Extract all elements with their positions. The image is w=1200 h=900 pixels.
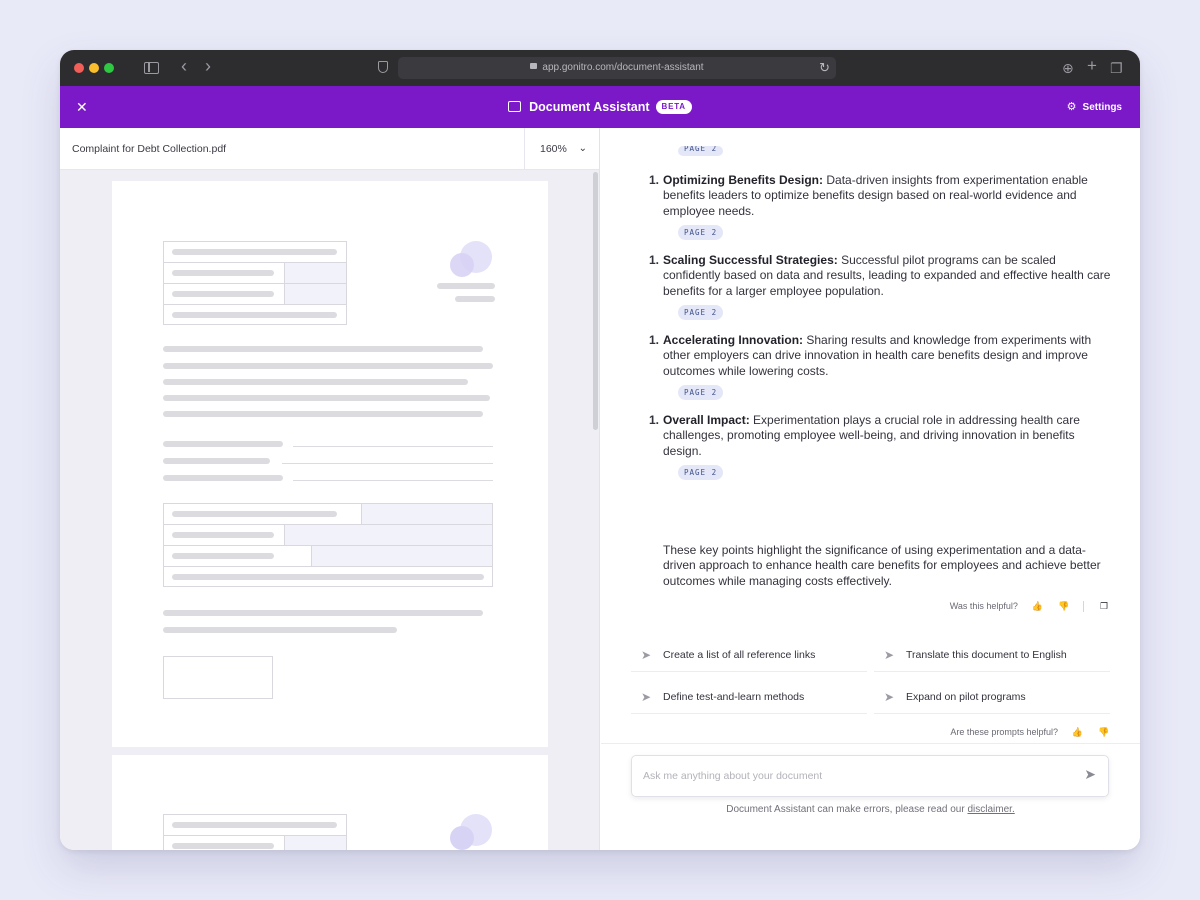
scrollbar-thumb[interactable] [593,172,598,430]
new-tab-icon[interactable]: + [1087,57,1097,75]
send-icon: ➤ [641,648,652,662]
browser-window: ‹ › app.gonitro.com/document-assistant ↻… [60,50,1140,850]
prompts-feedback: Are these prompts helpful? 👍 👎 [601,725,1111,739]
minimize-window-button[interactable] [89,63,99,73]
download-icon[interactable]: ⊕ [1062,59,1074,77]
url-text: app.gonitro.com/document-assistant [542,62,704,73]
page-reference-tag[interactable]: PAGE 2 [678,146,724,156]
send-icon: ➤ [641,690,652,704]
point-title: Accelerating Innovation: [663,333,804,347]
browser-toolbar: ‹ › app.gonitro.com/document-assistant ↻… [60,50,1140,86]
app-title-group: Document Assistant BETA [60,86,1140,128]
assistant-panel: PAGE 2 1. Optimizing Benefits Design: Da… [601,128,1140,850]
thumbs-up-icon[interactable]: 👍 [1070,725,1084,739]
disclaimer-link[interactable]: disclaimer. [967,804,1014,815]
gear-icon: ⚙ [1066,101,1077,113]
chevron-down-icon: ⌄ [578,143,587,154]
thumbs-down-icon[interactable]: 👎 [1057,599,1071,613]
beta-badge: BETA [655,100,692,114]
suggested-prompt[interactable]: ➤ Define test-and-learn methods [631,680,867,714]
copy-icon[interactable]: ❐ [1097,599,1111,613]
viewer-scrollbar[interactable] [593,172,598,850]
forward-icon[interactable]: › [205,57,211,75]
app-title: Document Assistant [529,100,650,114]
assistant-icon [508,100,522,112]
list-item: 1. Scaling Successful Strategies: Succes… [649,253,1111,298]
answer-summary: These key points highlight the significa… [663,543,1101,588]
placeholder-table [163,503,493,587]
maximize-window-button[interactable] [104,63,114,73]
document-viewer: Complaint for Debt Collection.pdf 160% ⌄ [60,128,600,850]
signature-box [163,656,273,699]
viewer-toolbar: Complaint for Debt Collection.pdf 160% ⌄ [60,128,599,170]
chat-input[interactable] [632,756,1072,796]
thumbs-up-icon[interactable]: 👍 [1030,599,1044,613]
answer-feedback: Was this helpful? 👍 👎 ❐ [601,599,1111,613]
back-icon[interactable]: ‹ [181,57,187,75]
feedback-label: Was this helpful? [949,601,1018,611]
send-icon: ➤ [884,690,895,704]
disclaimer: Document Assistant can make errors, plea… [601,804,1140,815]
list-item: 1. Overall Impact: Experimentation plays… [649,413,1080,458]
shield-icon[interactable] [378,61,388,73]
thumbs-down-icon[interactable]: 👎 [1097,725,1111,739]
reload-icon[interactable]: ↻ [819,57,830,79]
page-reference-tag[interactable]: PAGE 2 [678,305,724,320]
page-reference-tag[interactable]: PAGE 2 [678,385,724,400]
app-header: ✕ Document Assistant BETA ⚙ Settings [60,86,1140,128]
placeholder-table [163,241,347,325]
page-reference-tag[interactable]: PAGE 2 [678,225,724,240]
tabs-icon[interactable]: ❐ [1110,59,1123,77]
prompts-feedback-label: Are these prompts helpful? [950,727,1058,737]
suggested-prompt[interactable]: ➤ Expand on pilot programs [874,680,1110,714]
pdf-page [112,181,548,747]
send-icon[interactable]: ➤ [1084,766,1096,783]
point-title: Overall Impact: [663,413,750,427]
disclaimer-text: Document Assistant can make errors, plea… [726,804,965,815]
zoom-value: 160% [540,143,567,155]
zoom-select[interactable]: 160% ⌄ [524,128,599,170]
page-reference-tag[interactable]: PAGE 2 [678,465,724,480]
address-bar[interactable]: app.gonitro.com/document-assistant ↻ [398,57,836,79]
point-title: Scaling Successful Strategies: [663,253,838,267]
chat-composer: ➤ [631,755,1109,797]
lock-icon [530,63,538,70]
close-window-button[interactable] [74,63,84,73]
sidebar-icon[interactable] [144,62,159,74]
suggested-prompt[interactable]: ➤ Create a list of all reference links [631,638,867,672]
suggested-prompt[interactable]: ➤ Translate this document to English [874,638,1110,672]
point-title: Optimizing Benefits Design: [663,173,824,187]
send-icon: ➤ [884,648,895,662]
list-item: 1. Accelerating Innovation: Sharing resu… [649,333,1092,378]
settings-button[interactable]: ⚙ Settings [1067,86,1122,129]
list-item: 1. Optimizing Benefits Design: Data-driv… [649,173,1088,218]
settings-label: Settings [1082,102,1122,113]
file-name: Complaint for Debt Collection.pdf [72,143,227,155]
pdf-page [112,755,548,850]
